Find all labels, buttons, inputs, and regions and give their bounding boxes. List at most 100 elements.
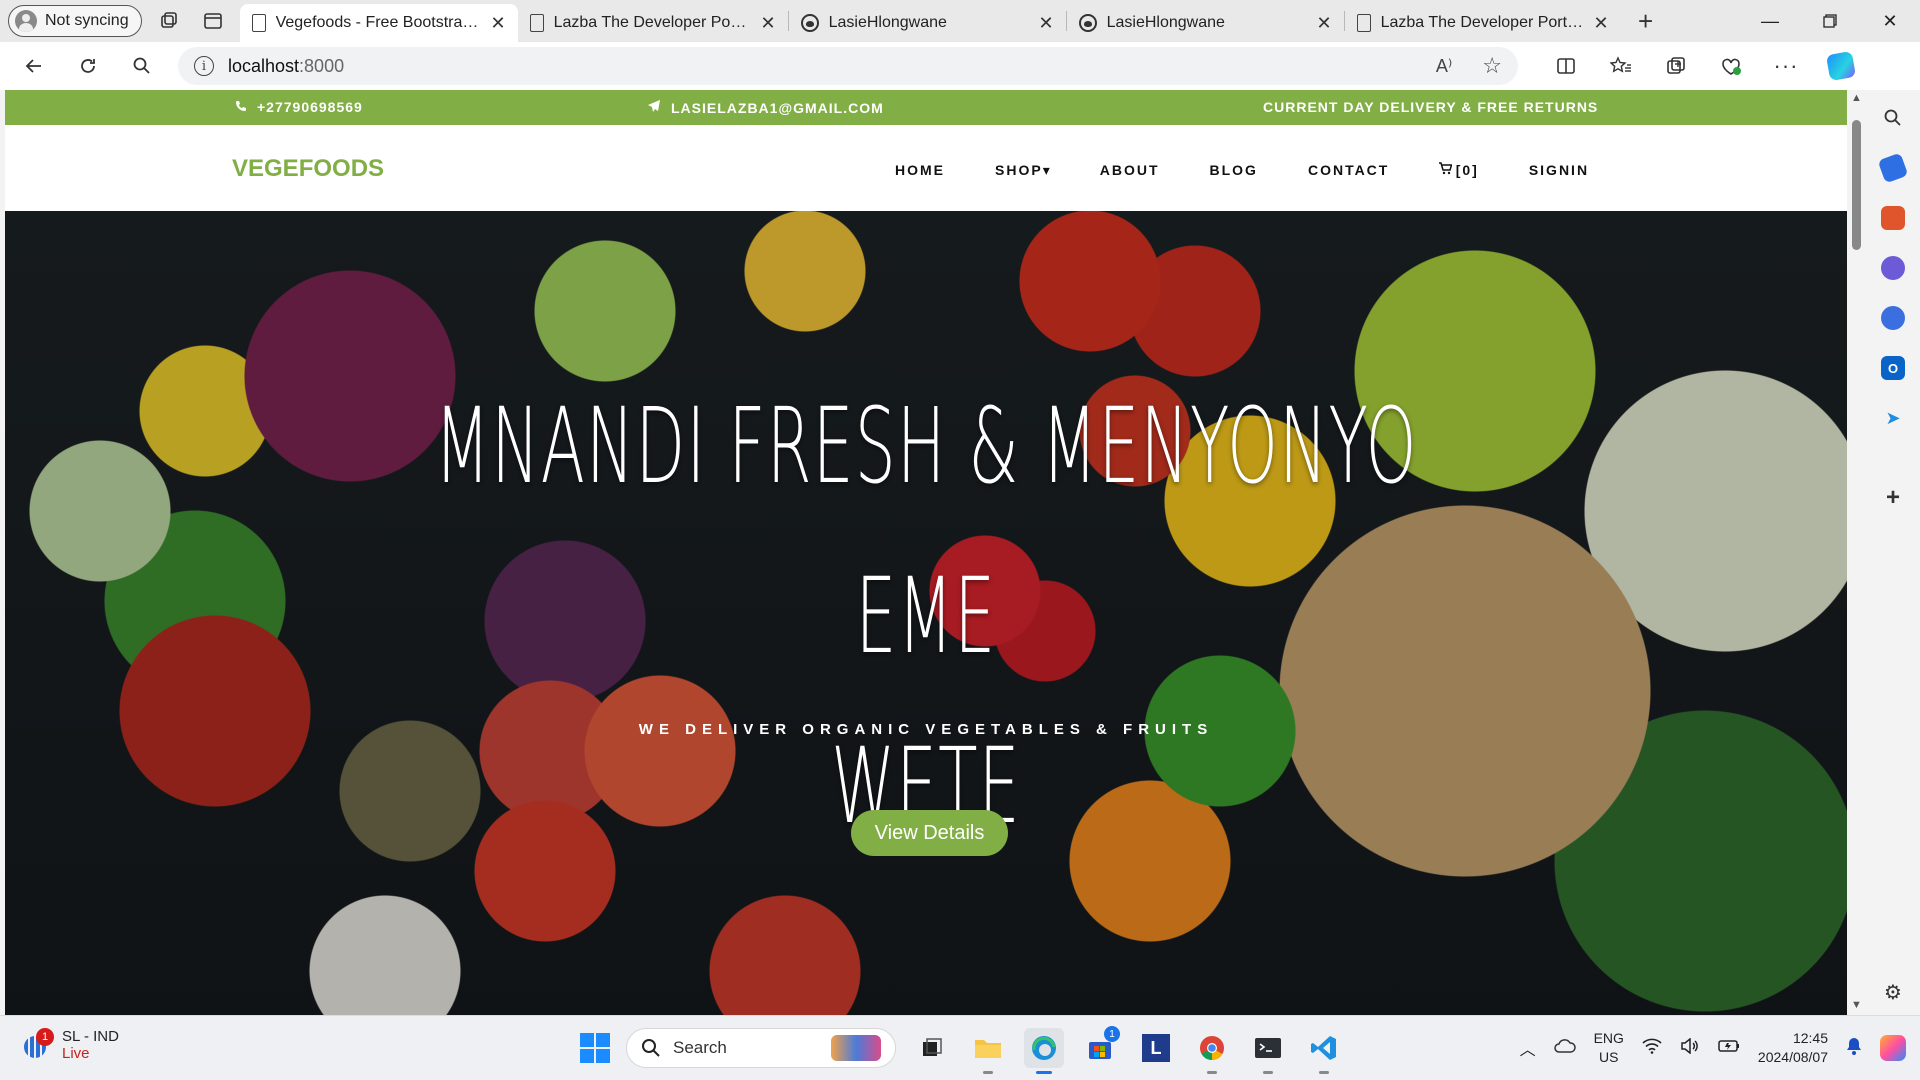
settings-gear-icon[interactable]: ⚙	[1881, 980, 1905, 1004]
read-aloud-icon[interactable]: A⁾	[1436, 56, 1452, 77]
language-top: ENG	[1593, 1030, 1624, 1046]
url-host: localhost	[228, 55, 300, 76]
add-sidebar-item-icon[interactable]: +	[1881, 484, 1905, 511]
nav-signin[interactable]: SIGNIN	[1529, 162, 1589, 179]
restore-icon[interactable]	[1800, 0, 1860, 42]
favorite-star-icon[interactable]: ☆	[1482, 53, 1502, 79]
brand-logo[interactable]: VEGEFOODS	[232, 155, 384, 183]
language-indicator[interactable]: ENG US	[1594, 1029, 1624, 1067]
edge-browser-icon[interactable]	[1024, 1028, 1064, 1074]
minimize-icon[interactable]: —	[1740, 0, 1800, 42]
search-icon	[642, 1039, 660, 1057]
search-placeholder: Search	[673, 1038, 727, 1057]
onedrive-cloud-icon[interactable]	[1553, 1038, 1576, 1058]
clock[interactable]: 12:45 2024/08/07	[1758, 1029, 1828, 1067]
cricket-score-icon: 1	[22, 1028, 54, 1060]
more-options-icon[interactable]: ···	[1766, 46, 1806, 86]
widget-status: Live	[62, 1045, 90, 1062]
github-icon	[800, 14, 819, 32]
close-icon[interactable]: ✕	[1317, 13, 1332, 34]
file-explorer-icon[interactable]	[968, 1028, 1008, 1074]
battery-icon[interactable]	[1718, 1039, 1740, 1058]
vscode-icon[interactable]	[1304, 1028, 1344, 1074]
url-port: :8000	[299, 55, 345, 76]
tab-title: LasieHlongwane	[1106, 14, 1225, 31]
nav-cart[interactable]: [0]	[1439, 162, 1478, 179]
search-highlight-icon	[831, 1035, 881, 1061]
nav-contact[interactable]: CONTACT	[1308, 162, 1389, 179]
scroll-up-icon[interactable]: ▲	[1851, 92, 1862, 104]
chevron-up-icon[interactable]: ︿	[1520, 1036, 1536, 1060]
cart-count: [0]	[1455, 162, 1479, 178]
tab-github-1[interactable]: LasieHlongwane ✕	[789, 4, 1066, 42]
scrollbar-thumb[interactable]	[1852, 120, 1861, 250]
games-icon[interactable]	[1881, 256, 1905, 280]
refresh-icon[interactable]	[68, 46, 108, 86]
close-icon[interactable]: ✕	[491, 13, 506, 34]
tab-lazba-portfolio-2[interactable]: Lazba The Developer Portfolio ✕	[1345, 4, 1621, 42]
tab-title: Vegefoods - Free Bootstrap 4	[275, 14, 481, 31]
browser-essentials-icon[interactable]	[1711, 46, 1751, 86]
nav-home[interactable]: HOME	[895, 162, 945, 179]
scroll-down-icon[interactable]: ▼	[1851, 999, 1862, 1011]
tab-lazba-portfolio[interactable]: Lazba The Developer Portfolio ✕	[518, 4, 788, 42]
favorites-icon[interactable]	[1601, 46, 1641, 86]
drop-send-icon[interactable]: ➤	[1881, 406, 1905, 430]
sidebar-search-icon[interactable]	[1881, 106, 1905, 130]
l-app-icon[interactable]: L	[1136, 1028, 1176, 1068]
search-icon[interactable]	[122, 46, 162, 86]
tab-vegefoods[interactable]: Vegefoods - Free Bootstrap 4 ✕	[239, 4, 518, 42]
web-page: +27790698569 LASIELAZBA1@GMAIL.COM CURRE…	[5, 90, 1847, 1015]
copilot-taskbar-icon[interactable]	[1880, 1035, 1906, 1061]
close-icon[interactable]: ✕	[1039, 13, 1054, 34]
close-icon[interactable]: ✕	[1594, 13, 1609, 34]
outlook-icon[interactable]: O	[1881, 356, 1905, 380]
split-screen-icon[interactable]	[1546, 46, 1586, 86]
phone-icon	[235, 99, 247, 115]
windows-taskbar: 1 SL - IND Live Search 1 L ︿ ENG US 12:4…	[0, 1015, 1920, 1080]
copilot-icon[interactable]	[1821, 46, 1861, 86]
browser-toolbar: i localhost:8000 A⁾ ☆ ···	[0, 42, 1920, 90]
email-item[interactable]: LASIELAZBA1@GMAIL.COM	[647, 99, 884, 116]
view-details-button[interactable]: View Details	[851, 810, 1008, 856]
profile-button[interactable]: Not syncing	[8, 5, 142, 37]
site-info-icon[interactable]: i	[194, 56, 214, 76]
workspaces-icon[interactable]	[152, 4, 186, 38]
volume-icon[interactable]	[1680, 1036, 1700, 1059]
close-window-icon[interactable]: ✕	[1860, 0, 1920, 42]
task-view-icon[interactable]	[912, 1028, 952, 1068]
hero-banner: Mnandi Fresh & Menyonyo eme wete	[5, 211, 1847, 1015]
page-scrollbar[interactable]: ▲ ▼	[1847, 90, 1867, 1015]
address-bar[interactable]: i localhost:8000 A⁾ ☆	[178, 47, 1518, 85]
tab-title: Lazba The Developer Portfolio	[1380, 14, 1584, 31]
language-bottom: US	[1599, 1049, 1619, 1065]
clock-time: 12:45	[1792, 1030, 1828, 1046]
news-widget[interactable]: 1 SL - IND Live	[22, 1028, 119, 1062]
back-arrow-icon[interactable]	[14, 46, 54, 86]
nav-shop[interactable]: SHOP▾	[995, 162, 1050, 179]
tools-briefcase-icon[interactable]	[1881, 206, 1905, 230]
new-tab-button[interactable]: +	[1629, 4, 1663, 38]
collections-icon[interactable]	[1656, 46, 1696, 86]
tab-actions-icon[interactable]	[196, 4, 230, 38]
taskbar-search[interactable]: Search	[626, 1028, 896, 1068]
nav-menu: HOME SHOP▾ ABOUT BLOG CONTACT [0] SIGNIN	[895, 162, 1589, 179]
tab-github-2[interactable]: LasieHlongwane ✕	[1067, 4, 1344, 42]
microsoft-365-icon[interactable]	[1881, 306, 1905, 330]
wifi-icon[interactable]	[1642, 1038, 1662, 1059]
shopping-tag-icon[interactable]	[1877, 152, 1909, 184]
notification-bell-icon[interactable]	[1846, 1037, 1862, 1060]
site-navbar: VEGEFOODS HOME SHOP▾ ABOUT BLOG CONTACT …	[5, 125, 1847, 211]
phone-item[interactable]: +27790698569	[235, 99, 363, 115]
notification-badge: 1	[36, 1028, 54, 1046]
url-text[interactable]: localhost:8000	[228, 56, 1406, 77]
close-icon[interactable]: ✕	[761, 13, 776, 34]
nav-about[interactable]: ABOUT	[1100, 162, 1160, 179]
windows-start-icon[interactable]	[580, 1033, 610, 1063]
profile-label: Not syncing	[45, 12, 129, 29]
nav-blog[interactable]: BLOG	[1210, 162, 1258, 179]
terminal-icon[interactable]	[1248, 1028, 1288, 1074]
contact-topbar: +27790698569 LASIELAZBA1@GMAIL.COM CURRE…	[5, 90, 1847, 125]
chrome-icon[interactable]	[1192, 1028, 1232, 1074]
microsoft-store-icon[interactable]: 1	[1080, 1026, 1120, 1068]
